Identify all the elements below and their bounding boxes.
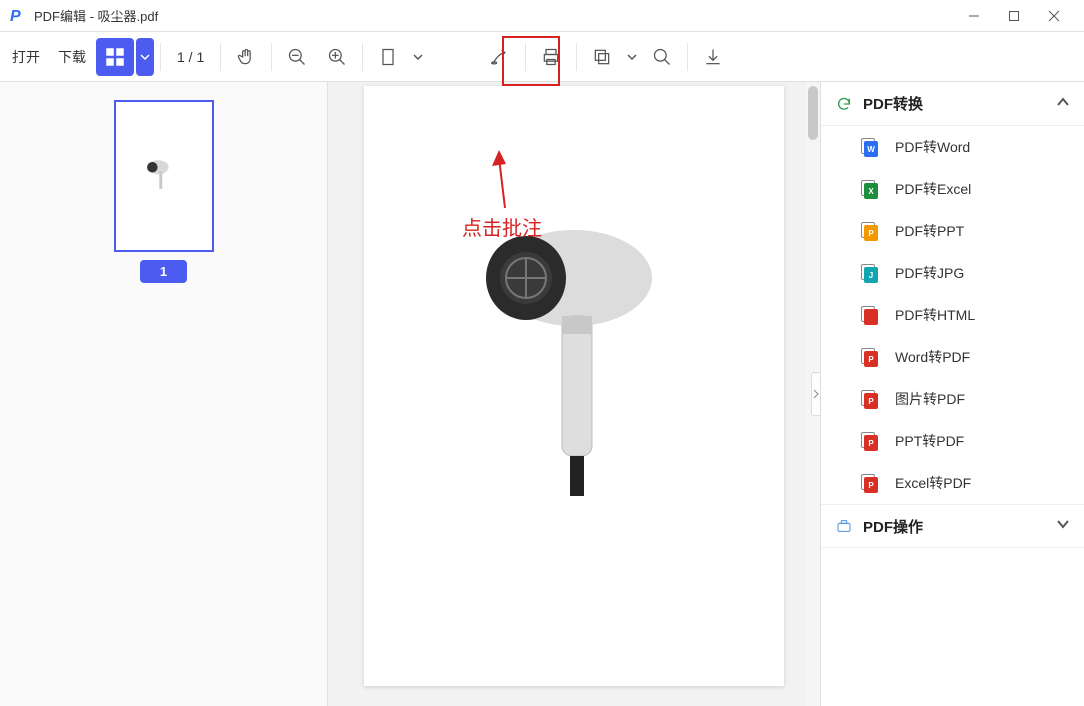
chevron-up-icon xyxy=(1056,95,1070,113)
conversion-item-label: PDF转JPG xyxy=(895,263,964,283)
file-type-icon xyxy=(861,306,879,324)
app-logo-icon: P xyxy=(10,8,26,24)
refresh-icon xyxy=(835,95,853,113)
hand-tool-button[interactable] xyxy=(227,38,265,76)
thumbnails-toggle-button[interactable] xyxy=(96,38,134,76)
section-pdf-convert-header[interactable]: PDF转换 xyxy=(821,82,1084,126)
file-type-icon: W xyxy=(861,138,879,156)
zoom-in-button[interactable] xyxy=(318,38,356,76)
conversion-item-label: 图片转PDF xyxy=(895,389,965,409)
search-button[interactable] xyxy=(643,38,681,76)
file-type-icon: P xyxy=(861,390,879,408)
copy-button[interactable] xyxy=(583,38,621,76)
conversion-item-label: PDF转PPT xyxy=(895,221,964,241)
thumbnail-panel: 1 xyxy=(0,82,328,706)
conversion-items-list: W PDF转Word X PDF转Excel P PDF转PPT J PDF转JPG PDF转H… xyxy=(821,126,1084,504)
conversion-item[interactable]: P Excel转PDF xyxy=(821,462,1084,504)
main-area: 1 xyxy=(0,82,1084,706)
download-button[interactable]: 下载 xyxy=(50,38,94,76)
conversion-item[interactable]: PDF转HTML xyxy=(821,294,1084,336)
conversion-item-label: PDF转Excel xyxy=(895,179,971,199)
conversion-item[interactable]: X PDF转Excel xyxy=(821,168,1084,210)
chevron-down-icon xyxy=(1056,517,1070,535)
annotate-button[interactable] xyxy=(481,38,519,76)
window-title: PDF编辑 - 吸尘器.pdf xyxy=(34,6,158,25)
page-stage[interactable] xyxy=(328,82,820,706)
page-canvas xyxy=(364,86,784,686)
section-pdf-convert-title: PDF转换 xyxy=(863,93,923,114)
sidebar-collapse-toggle[interactable] xyxy=(811,372,821,416)
file-type-icon: J xyxy=(861,264,879,282)
document-image-icon xyxy=(444,178,704,498)
conversion-item-label: PDF转HTML xyxy=(895,305,975,325)
close-button[interactable] xyxy=(1034,0,1074,32)
file-type-icon: P xyxy=(861,474,879,492)
conversion-item-label: PDF转Word xyxy=(895,137,970,157)
conversion-item[interactable]: W PDF转Word xyxy=(821,126,1084,168)
minimize-button[interactable] xyxy=(954,0,994,32)
conversion-item[interactable]: P PPT转PDF xyxy=(821,420,1084,462)
fit-dropdown[interactable] xyxy=(409,38,427,76)
file-type-icon: X xyxy=(861,180,879,198)
conversion-item[interactable]: P Word转PDF xyxy=(821,336,1084,378)
toolbox-icon xyxy=(835,517,853,535)
file-type-icon: P xyxy=(861,348,879,366)
section-pdf-operate-title: PDF操作 xyxy=(863,516,923,537)
page-indicator: 1 / 1 xyxy=(167,49,214,65)
conversion-item-label: Word转PDF xyxy=(895,347,970,367)
open-button[interactable]: 打开 xyxy=(4,38,48,76)
copy-dropdown[interactable] xyxy=(623,38,641,76)
fit-page-button[interactable] xyxy=(369,38,407,76)
conversion-item[interactable]: P 图片转PDF xyxy=(821,378,1084,420)
file-type-icon: P xyxy=(861,222,879,240)
zoom-out-button[interactable] xyxy=(278,38,316,76)
conversion-item-label: PPT转PDF xyxy=(895,431,964,451)
section-pdf-operate-header[interactable]: PDF操作 xyxy=(821,504,1084,548)
conversion-item[interactable]: J PDF转JPG xyxy=(821,252,1084,294)
title-bar: P PDF编辑 - 吸尘器.pdf xyxy=(0,0,1084,32)
scrollbar-handle[interactable] xyxy=(808,86,818,140)
thumbnail-image-icon xyxy=(134,141,194,211)
file-type-icon: P xyxy=(861,432,879,450)
save-download-button[interactable] xyxy=(694,38,732,76)
print-button[interactable] xyxy=(532,38,570,76)
conversion-item-label: Excel转PDF xyxy=(895,473,971,493)
page-thumbnail-1[interactable] xyxy=(114,100,214,252)
right-panel: PDF转换 W PDF转Word X PDF转Excel P PDF转PPT J PDF转JP… xyxy=(820,82,1084,706)
thumbnails-dropdown[interactable] xyxy=(136,38,154,76)
thumbnail-page-number: 1 xyxy=(140,260,187,283)
maximize-button[interactable] xyxy=(994,0,1034,32)
main-toolbar: 打开 下载 1 / 1 xyxy=(0,32,1084,82)
conversion-item[interactable]: P PDF转PPT xyxy=(821,210,1084,252)
